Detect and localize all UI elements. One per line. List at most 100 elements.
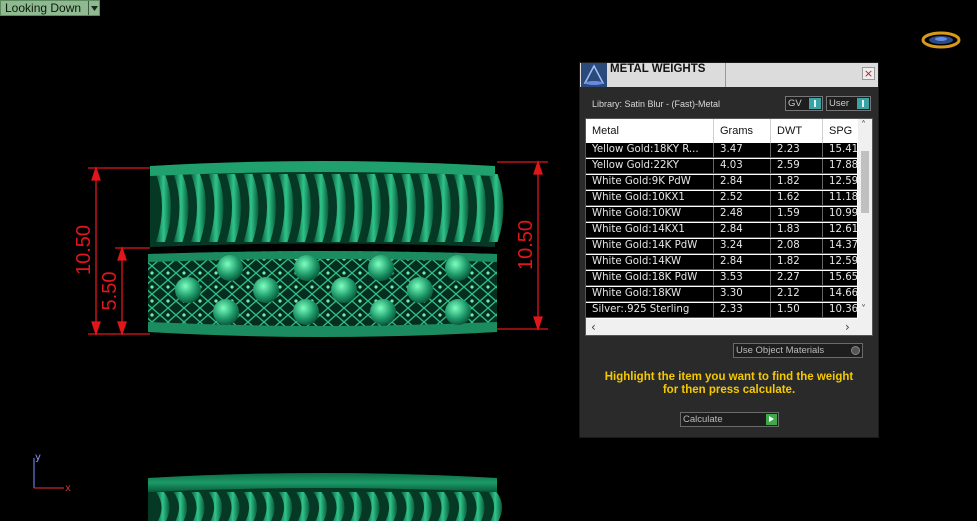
cell-metal: White Gold:10KW xyxy=(586,207,714,221)
cell-grams: 3.24 xyxy=(714,239,771,253)
cell-dwt: 1.83 xyxy=(771,223,823,237)
table-row[interactable]: White Gold:14K PdW 3.24 2.08 14.37 xyxy=(586,239,863,254)
table-row[interactable]: White Gold:14KW 2.84 1.82 12.59 xyxy=(586,255,863,270)
close-button[interactable]: × xyxy=(862,67,875,80)
scroll-down-icon[interactable]: ˅ xyxy=(861,305,866,315)
ring-second-view xyxy=(148,473,503,521)
cell-spg: 12.59 xyxy=(823,175,863,189)
cell-grams: 4.03 xyxy=(714,159,771,173)
ring-ball xyxy=(407,277,433,303)
instruction-text: Highlight the item you want to find the … xyxy=(580,371,878,397)
calculate-button[interactable]: Calculate xyxy=(680,412,779,427)
cell-dwt: 2.23 xyxy=(771,143,823,157)
cell-spg: 17.88 xyxy=(823,159,863,173)
table-row[interactable]: White Gold:18KW 3.30 2.12 14.66 xyxy=(586,287,863,302)
cell-dwt: 1.62 xyxy=(771,191,823,205)
cell-metal: White Gold:14KW xyxy=(586,255,714,269)
dimension-left-inner: 5.50 xyxy=(99,272,121,311)
toggle-switch-icon xyxy=(809,98,821,109)
cell-metal: White Gold:14KX1 xyxy=(586,223,714,237)
cell-dwt: 1.50 xyxy=(771,303,823,317)
radio-knob-icon xyxy=(851,346,860,355)
cell-grams: 2.84 xyxy=(714,175,771,189)
dimension-left-outer: 10.50 xyxy=(73,225,95,275)
ring-ball xyxy=(217,255,243,281)
cell-metal: Yellow Gold:18KY R... xyxy=(586,143,714,157)
ring-ball xyxy=(445,255,471,281)
scroll-up-icon[interactable]: ˄ xyxy=(861,121,866,131)
panel-header[interactable]: METAL WEIGHTS × xyxy=(580,63,878,87)
ring-upper-band xyxy=(150,161,504,247)
library-label: Library: Satin Blur - (Fast)-Metal xyxy=(592,99,721,109)
table-row[interactable]: White Gold:10KX1 2.52 1.62 11.18 xyxy=(586,191,863,206)
column-header-dwt[interactable]: DWT xyxy=(771,119,823,143)
cell-metal: White Gold:18KW xyxy=(586,287,714,301)
ring-ball xyxy=(253,277,279,303)
metal-weights-table: Metal Grams DWT SPG Yellow Gold:18KY R..… xyxy=(585,118,873,336)
scale-icon xyxy=(581,63,607,87)
user-toggle-label: User xyxy=(829,98,850,109)
cell-grams: 2.48 xyxy=(714,207,771,221)
instruction-line-1: Highlight the item you want to find the … xyxy=(604,371,854,383)
axis-y-label: y xyxy=(35,452,41,463)
cell-dwt: 1.59 xyxy=(771,207,823,221)
ring-ball xyxy=(175,277,201,303)
horizontal-scrollbar[interactable]: ‹ › xyxy=(586,319,872,335)
cell-metal: White Gold:18K PdW xyxy=(586,271,714,285)
cell-dwt: 1.82 xyxy=(771,255,823,269)
cell-dwt: 1.82 xyxy=(771,175,823,189)
cell-dwt: 2.27 xyxy=(771,271,823,285)
ring-ball xyxy=(213,299,239,325)
table-row[interactable]: White Gold:14KX1 2.84 1.83 12.61 xyxy=(586,223,863,238)
cell-grams: 2.52 xyxy=(714,191,771,205)
scroll-right-icon[interactable]: › xyxy=(845,321,850,333)
gv-toggle[interactable]: GV xyxy=(785,96,823,111)
app-logo-icon[interactable] xyxy=(921,29,961,51)
cell-spg: 14.66 xyxy=(823,287,863,301)
ring-ball xyxy=(293,299,319,325)
cell-spg: 14.37 xyxy=(823,239,863,253)
vertical-scrollbar[interactable]: ˄ ˅ xyxy=(858,119,872,319)
metal-weights-panel: METAL WEIGHTS × Library: Satin Blur - (F… xyxy=(579,62,879,438)
axis-indicator: y x xyxy=(33,452,71,494)
table-row[interactable]: Yellow Gold:18KY R... 3.47 2.23 15.41 xyxy=(586,143,863,158)
use-object-materials-toggle[interactable]: Use Object Materials xyxy=(733,343,863,358)
ring-ball xyxy=(370,299,396,325)
ring-ball xyxy=(445,299,471,325)
panel-title: METAL WEIGHTS xyxy=(610,63,706,75)
axis-x-label: x xyxy=(65,483,71,494)
cell-dwt: 2.59 xyxy=(771,159,823,173)
cell-grams: 3.53 xyxy=(714,271,771,285)
table-header: Metal Grams DWT SPG xyxy=(586,119,863,143)
table-row[interactable]: White Gold:18K PdW 3.53 2.27 15.65 xyxy=(586,271,863,286)
cell-grams: 3.30 xyxy=(714,287,771,301)
cell-grams: 2.33 xyxy=(714,303,771,317)
cell-metal: White Gold:10KX1 xyxy=(586,191,714,205)
column-header-metal[interactable]: Metal xyxy=(586,119,714,143)
cell-dwt: 2.12 xyxy=(771,287,823,301)
cell-metal: Yellow Gold:22KY xyxy=(586,159,714,173)
table-row[interactable]: Silver:.925 Sterling 2.33 1.50 10.36 xyxy=(586,303,863,318)
cell-metal: White Gold:9K PdW xyxy=(586,175,714,189)
cell-spg: 11.18 xyxy=(823,191,863,205)
table-row[interactable]: Yellow Gold:22KY 4.03 2.59 17.88 xyxy=(586,159,863,174)
dimension-right: 10.50 xyxy=(515,220,537,270)
ring-lower-band xyxy=(148,251,497,337)
cell-metal: White Gold:14K PdW xyxy=(586,239,714,253)
column-header-spg[interactable]: SPG xyxy=(823,119,863,143)
toggle-switch-icon xyxy=(857,98,869,109)
instruction-line-2: for then press calculate. xyxy=(662,384,796,396)
use-object-materials-label: Use Object Materials xyxy=(736,345,825,356)
calculate-label: Calculate xyxy=(683,414,723,425)
table-row[interactable]: White Gold:9K PdW 2.84 1.82 12.59 xyxy=(586,175,863,190)
cell-grams: 2.84 xyxy=(714,223,771,237)
scroll-left-icon[interactable]: ‹ xyxy=(591,321,596,333)
cell-dwt: 2.08 xyxy=(771,239,823,253)
play-arrow-icon xyxy=(766,414,777,425)
column-header-grams[interactable]: Grams xyxy=(714,119,771,143)
header-divider xyxy=(725,63,726,87)
ring-ball xyxy=(294,255,320,281)
scrollbar-thumb[interactable] xyxy=(861,151,869,213)
user-toggle[interactable]: User xyxy=(826,96,871,111)
table-row[interactable]: White Gold:10KW 2.48 1.59 10.99 xyxy=(586,207,863,222)
